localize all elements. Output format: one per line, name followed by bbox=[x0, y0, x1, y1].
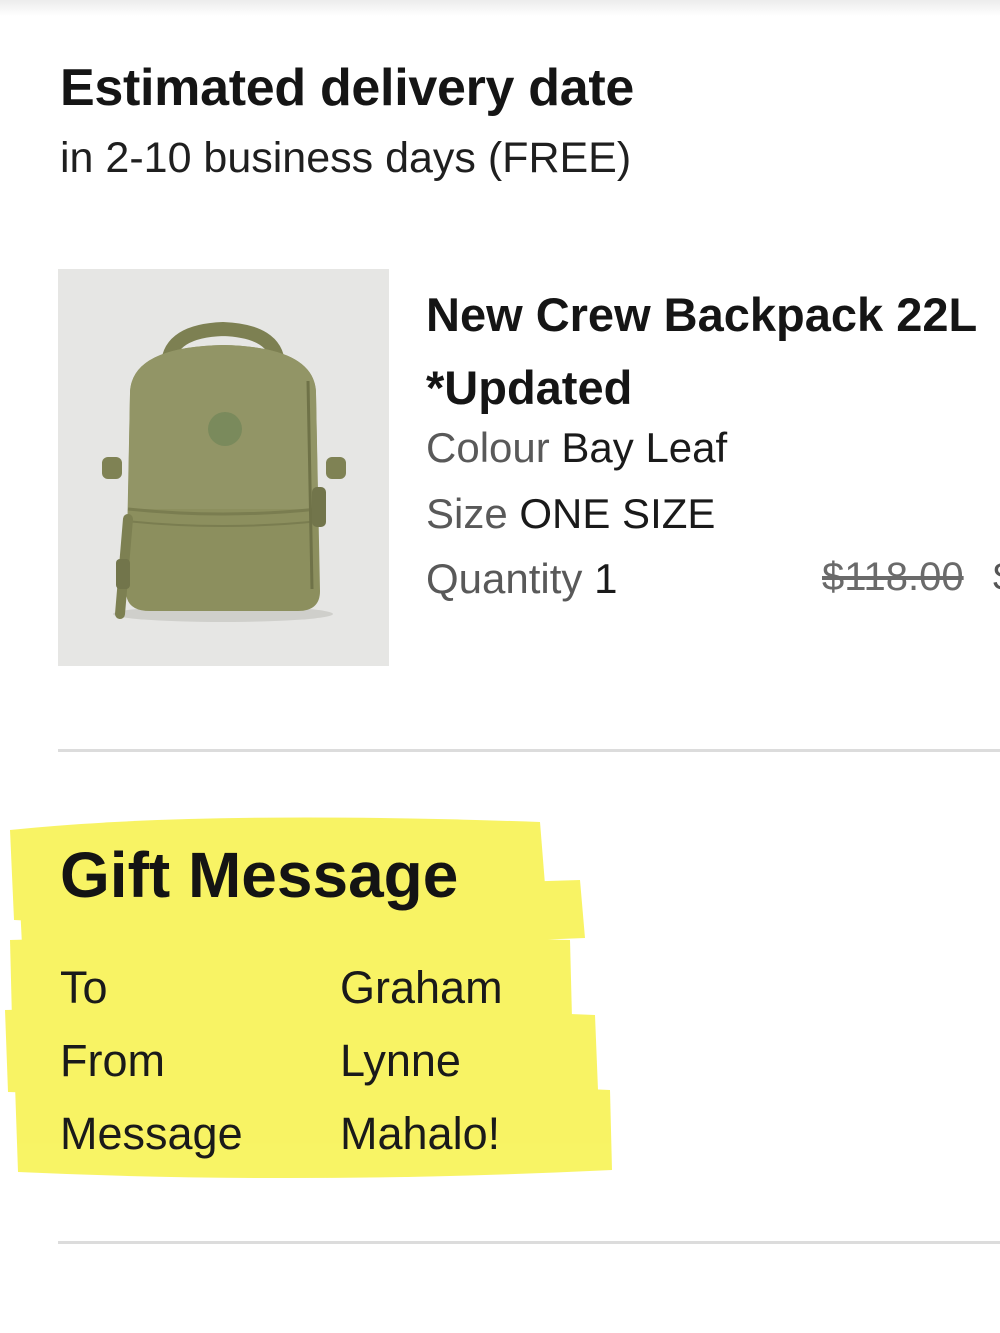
gift-to-label: To bbox=[60, 962, 108, 1013]
divider bbox=[58, 749, 1000, 752]
divider bbox=[58, 1241, 1000, 1244]
gift-message-title: Gift Message bbox=[60, 839, 459, 911]
size-label: Size bbox=[426, 490, 508, 537]
size-value: ONE SIZE bbox=[519, 490, 716, 537]
delivery-subtitle: in 2-10 business days (FREE) bbox=[60, 134, 632, 182]
order-summary-page: Estimated delivery date in 2-10 business… bbox=[0, 0, 1000, 1333]
product-image[interactable] bbox=[58, 269, 389, 666]
gift-message-label: Message bbox=[60, 1108, 243, 1159]
gift-to-value: Graham bbox=[340, 962, 503, 1013]
product-name[interactable]: New Crew Backpack 22L *Updated bbox=[426, 278, 1000, 424]
top-edge-shadow bbox=[0, 0, 1000, 16]
product-quantity: Quantity 1 bbox=[426, 555, 617, 603]
gift-from-value: Lynne bbox=[340, 1035, 461, 1086]
product-colour: Colour Bay Leaf bbox=[426, 424, 727, 472]
gift-from-label: From bbox=[60, 1035, 165, 1086]
quantity-label: Quantity bbox=[426, 555, 583, 602]
colour-value: Bay Leaf bbox=[561, 424, 728, 471]
quantity-value: 1 bbox=[594, 555, 618, 602]
price-sale: $ bbox=[993, 555, 1000, 600]
price-original: $118.00 bbox=[822, 555, 964, 599]
product-size: Size ONE SIZE bbox=[426, 490, 715, 538]
colour-label: Colour bbox=[426, 424, 550, 471]
backpack-icon bbox=[102, 321, 346, 622]
gift-message-value: Mahalo! bbox=[340, 1108, 501, 1159]
delivery-title: Estimated delivery date bbox=[60, 59, 635, 117]
